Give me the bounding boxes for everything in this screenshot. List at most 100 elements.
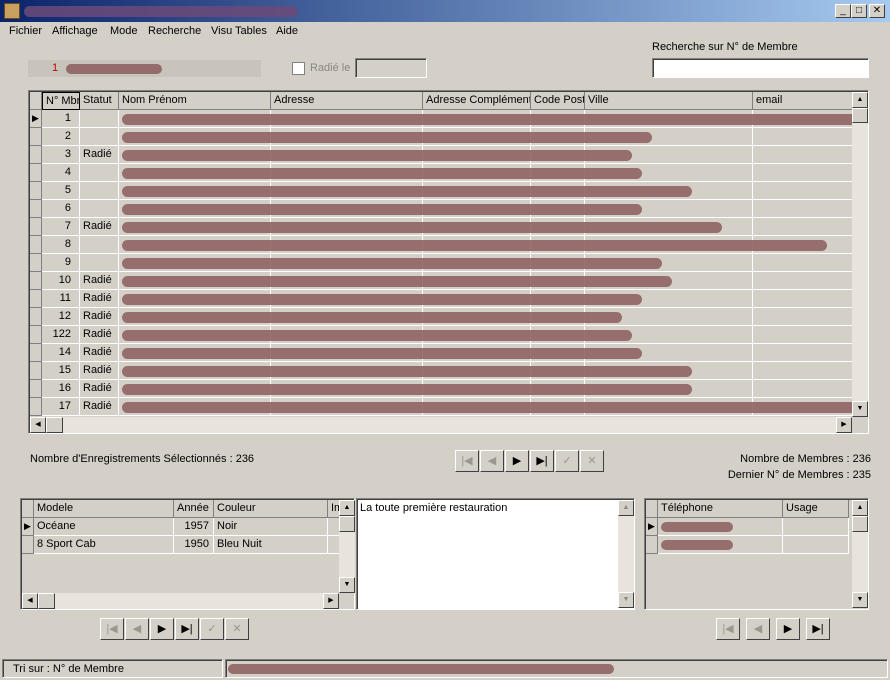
scroll-up-button[interactable]: ▲ [852,92,868,108]
nav-prev-button[interactable]: ◀ [125,618,149,640]
member-email[interactable] [753,362,852,380]
member-status[interactable] [80,164,119,182]
member-status[interactable] [80,200,119,218]
memo-vscroll[interactable]: ▲ ▼ [618,500,634,608]
menu-visu-tables[interactable]: Visu Tables [211,25,267,37]
member-number[interactable]: 10 [42,272,80,290]
member-number[interactable]: 6 [42,200,80,218]
member-row[interactable]: 5 [30,182,852,200]
member-email[interactable] [753,182,852,200]
member-number[interactable]: 2 [42,128,80,146]
phone-usage[interactable] [783,536,849,554]
nav-post-button[interactable]: ✓ [200,618,224,640]
member-email[interactable] [753,218,852,236]
col-header-usage[interactable]: Usage [783,500,849,518]
member-status[interactable]: Radié [80,398,119,416]
member-status[interactable]: Radié [80,326,119,344]
member-number[interactable]: 122 [42,326,80,344]
member-status[interactable] [80,182,119,200]
menu-mode[interactable]: Mode [110,25,138,37]
car-annee[interactable]: 1950 [174,536,214,554]
member-email[interactable] [753,254,852,272]
phones-vscroll[interactable]: ▲ ▼ [852,500,868,608]
member-number[interactable]: 14 [42,344,80,362]
member-number[interactable]: 9 [42,254,80,272]
member-email[interactable] [753,380,852,398]
member-email[interactable] [753,326,852,344]
nav-first-button[interactable]: |◀ [100,618,124,640]
search-member-input[interactable] [652,58,869,78]
menu-affichage[interactable]: Affichage [52,25,98,37]
col-header-annee[interactable]: Année [174,500,214,518]
member-number[interactable]: 16 [42,380,80,398]
phone-number-redacted[interactable] [658,518,783,536]
member-number[interactable]: 7 [42,218,80,236]
scroll-up-button[interactable]: ▲ [618,500,634,516]
member-number[interactable]: 8 [42,236,80,254]
members-grid-vscroll[interactable]: ▲ ▼ [852,92,868,417]
member-row[interactable]: 3 Radié [30,146,852,164]
nav-next-button[interactable]: ▶ [776,618,800,640]
phone-row[interactable] [646,536,852,554]
member-status[interactable]: Radié [80,308,119,326]
member-email[interactable] [753,146,852,164]
member-number[interactable]: 5 [42,182,80,200]
hscroll-thumb[interactable] [46,417,63,433]
scroll-left-button[interactable]: ◀ [22,593,38,609]
scroll-up-button[interactable]: ▲ [852,500,868,516]
col-header-modele[interactable]: Modele [34,500,174,518]
member-number[interactable]: 1 [42,110,80,128]
member-status[interactable] [80,128,119,146]
car-im[interactable] [328,536,339,554]
member-row[interactable]: 17 Radié [30,398,852,416]
member-row[interactable]: 122 Radié [30,326,852,344]
nav-last-button[interactable]: ▶| [806,618,830,640]
member-row[interactable]: 2 [30,128,852,146]
minimize-button[interactable]: _ [835,4,851,18]
cars-vscroll[interactable]: ▲ ▼ [339,500,355,593]
member-number[interactable]: 17 [42,398,80,416]
nav-first-button[interactable]: |◀ [716,618,740,640]
member-row[interactable]: 4 [30,164,852,182]
member-row[interactable]: 7 Radié [30,218,852,236]
member-status[interactable]: Radié [80,218,119,236]
car-row[interactable]: 8 Sport Cab 1950 Bleu Nuit [22,536,339,554]
car-annee[interactable]: 1957 [174,518,214,536]
member-row[interactable]: 12 Radié [30,308,852,326]
phone-row[interactable]: ▶ [646,518,852,536]
menu-recherche[interactable]: Recherche [148,25,201,37]
nav-post-button[interactable]: ✓ [555,450,579,472]
member-number[interactable]: 15 [42,362,80,380]
phone-number-redacted[interactable] [658,536,783,554]
col-header-nom[interactable]: Nom Prénom [119,92,271,110]
nav-prev-button[interactable]: ◀ [746,618,770,640]
nav-cancel-button[interactable]: ✕ [580,450,604,472]
col-header-adresse-comp[interactable]: Adresse Complément [423,92,531,110]
member-email[interactable] [753,128,852,146]
member-email[interactable] [753,290,852,308]
nav-next-button[interactable]: ▶ [150,618,174,640]
col-header-num[interactable]: N° Mbr [42,92,80,110]
member-status[interactable] [80,254,119,272]
member-number[interactable]: 11 [42,290,80,308]
col-header-adresse[interactable]: Adresse [271,92,423,110]
member-row[interactable]: 16 Radié [30,380,852,398]
car-modele[interactable]: Océane [34,518,174,536]
phone-usage[interactable] [783,518,849,536]
scroll-up-button[interactable]: ▲ [339,500,355,516]
member-row[interactable]: 14 Radié [30,344,852,362]
member-number[interactable]: 3 [42,146,80,164]
member-status[interactable]: Radié [80,290,119,308]
scroll-thumb[interactable] [852,516,868,532]
car-couleur[interactable]: Bleu Nuit [214,536,328,554]
scroll-down-button[interactable]: ▼ [618,592,634,608]
member-status[interactable]: Radié [80,272,119,290]
member-status[interactable]: Radié [80,362,119,380]
members-grid-hscroll[interactable]: ◀ ▶ [30,417,852,433]
close-button[interactable]: ✕ [869,4,885,18]
radie-checkbox[interactable] [292,62,305,75]
col-header-telephone[interactable]: Téléphone [658,500,783,518]
col-header-email[interactable]: email [753,92,852,110]
car-modele[interactable]: 8 Sport Cab [34,536,174,554]
member-row[interactable]: 15 Radié [30,362,852,380]
